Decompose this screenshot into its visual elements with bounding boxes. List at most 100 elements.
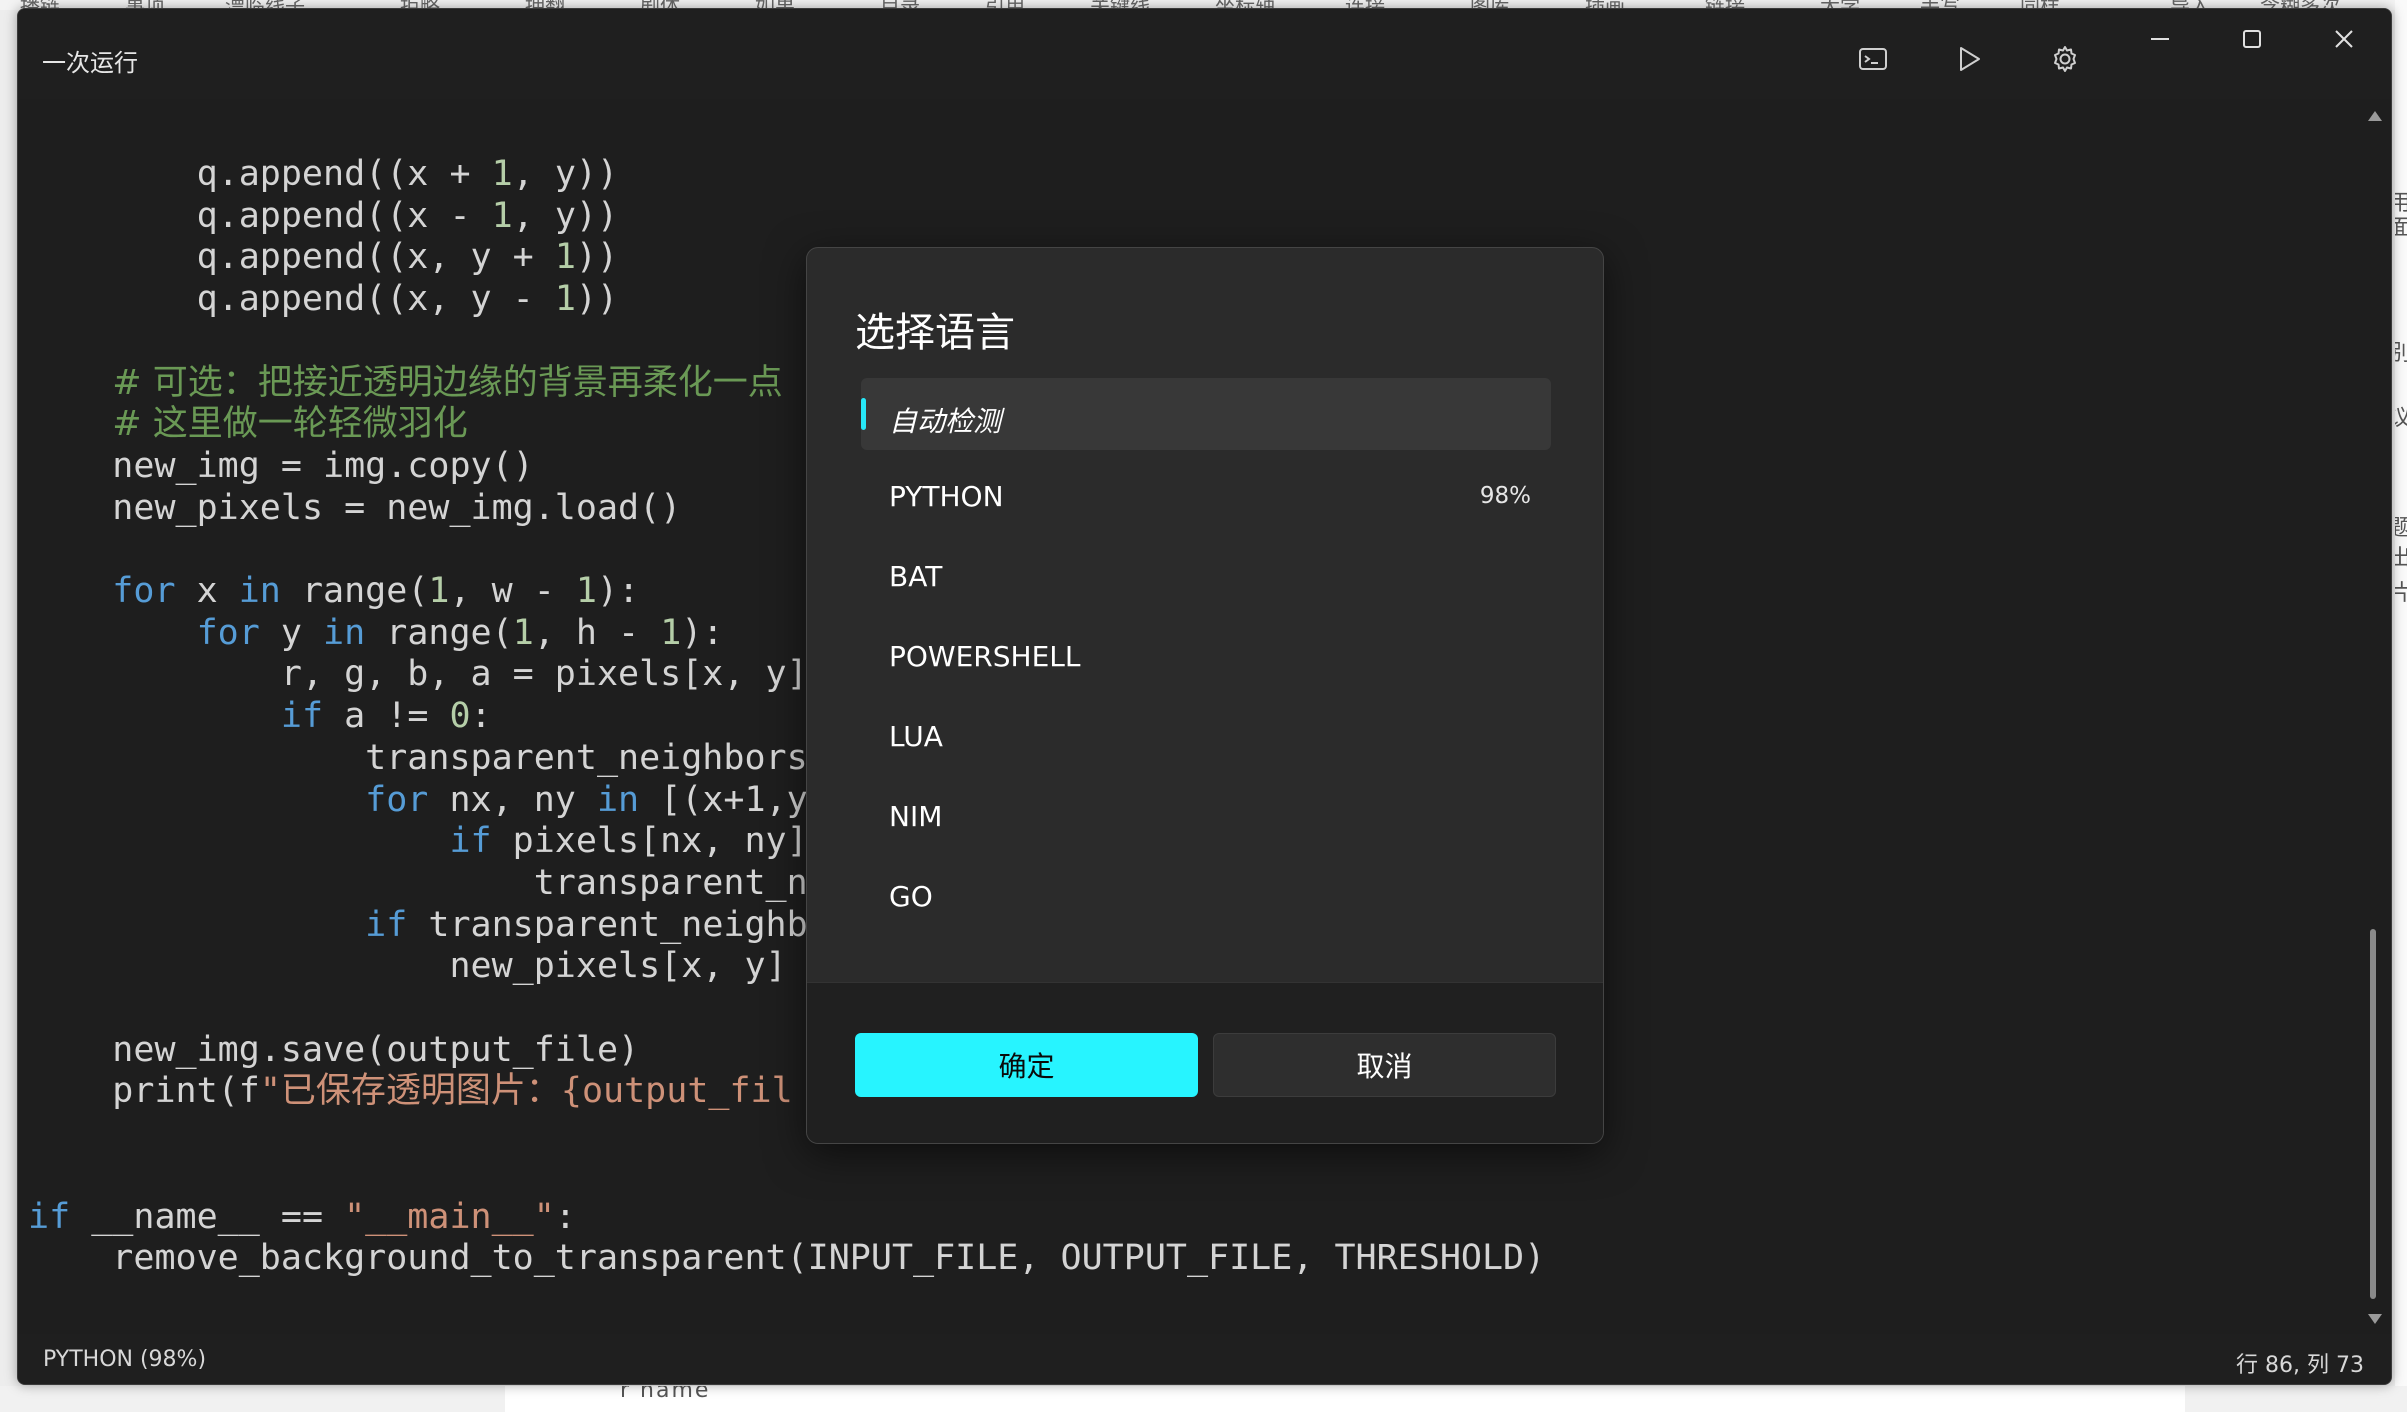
code-token: if: [449, 821, 492, 862]
background-side-fragment: 议: [2395, 406, 2407, 431]
code-token: print(f: [112, 1071, 260, 1112]
code-token: 1: [554, 279, 576, 320]
code-token: 1: [554, 237, 576, 278]
code-line: new_img = img.copy(): [28, 445, 533, 487]
code-token: 1: [575, 571, 597, 611]
background-side-fragment: 出: [2395, 546, 2407, 571]
language-option[interactable]: 自动检测: [861, 378, 1551, 450]
language-option[interactable]: LUA: [861, 698, 1551, 770]
language-option[interactable]: BAT: [861, 538, 1551, 610]
select-language-dialog: 选择语言 自动检测 PYTHON 98% BAT POWERSHELL LUA NIM GO …: [806, 247, 1604, 1144]
code-line: q.append((x + 1, y)): [28, 153, 618, 195]
minimize-icon: [2149, 28, 2171, 50]
scroll-down-arrow-icon[interactable]: [2368, 1314, 2382, 1324]
code-token: q.append((x -: [196, 195, 492, 236]
code-line: transparent_neighbors: [28, 737, 808, 779]
language-option[interactable]: GO: [861, 858, 1551, 930]
code-line: remove_background_to_transparent(INPUT_F…: [28, 1237, 1545, 1279]
code-line: # 这里做一轮轻微羽化: [28, 403, 468, 445]
code-token: [(x+1,y: [639, 779, 808, 820]
code-token: 1: [491, 154, 513, 194]
minimize-button[interactable]: [2130, 9, 2190, 69]
code-token: for: [365, 779, 429, 820]
code-token: # 可选：把接近透明边缘的背景再柔化一点: [112, 362, 783, 403]
title-bar[interactable]: 一次运行: [18, 9, 2391, 99]
code-line: new_pixels = new_img.load(): [28, 487, 681, 529]
code-line: r, g, b, a = pixels[x, y]: [28, 653, 808, 695]
background-side-fragment: 面: [2395, 216, 2407, 241]
language-option-label: POWERSHELL: [889, 640, 1081, 673]
close-button[interactable]: [2314, 9, 2374, 69]
code-line: # 可选：把接近透明边缘的背景再柔化一点: [28, 362, 783, 404]
code-line: if __name__ == "__main__":: [28, 1196, 576, 1238]
code-line: new_img.save(output_file): [28, 1029, 639, 1071]
code-line: if pixels[nx, ny]: [28, 820, 807, 862]
language-option-label: PYTHON: [889, 480, 1004, 513]
play-icon: [1955, 45, 1983, 73]
code-token: q.append((x +: [196, 154, 492, 194]
status-cursor-position: 行 86, 列 73: [2236, 1353, 2364, 1378]
code-token: q.append((x, y -: [196, 279, 555, 320]
ok-button[interactable]: 确定: [855, 1033, 1198, 1097]
code-token: if: [365, 904, 408, 945]
background-app-document: [505, 1386, 2185, 1412]
code-token: x: [175, 571, 239, 611]
code-token: for: [112, 571, 176, 611]
close-icon: [2333, 28, 2355, 50]
code-token: , y)): [512, 195, 619, 236]
code-token: remove_background_to_transparent(INPUT_F…: [112, 1238, 1546, 1279]
vertical-scrollbar[interactable]: [2362, 109, 2386, 1334]
status-language[interactable]: PYTHON (98%): [43, 1347, 206, 1372]
language-option[interactable]: POWERSHELL: [861, 618, 1551, 690]
code-token: # 这里做一轮轻微羽化: [112, 404, 468, 445]
code-token: a !=: [323, 696, 450, 737]
code-token: , w -: [449, 571, 576, 611]
status-bar: PYTHON (98%) 行 86, 列 73: [18, 1334, 2391, 1384]
language-list: 自动检测 PYTHON 98% BAT POWERSHELL LUA NIM GO: [861, 378, 1551, 938]
language-option-label: 自动检测: [889, 405, 1002, 438]
code-token: nx, ny: [428, 779, 597, 820]
code-line: for y in range(1, h - 1):: [28, 612, 724, 654]
code-token: new_img.save(output_file): [112, 1029, 640, 1070]
code-token: , h -: [533, 612, 661, 653]
settings-button[interactable]: [2035, 29, 2095, 89]
code-token: new_pixels = new_img.load(): [112, 487, 682, 528]
code-line: if transparent_neighb: [28, 904, 808, 946]
code-token: r, g, b, a = pixels[x, y]: [280, 654, 808, 695]
language-option[interactable]: PYTHON 98%: [861, 458, 1551, 530]
code-token: for: [196, 612, 260, 653]
background-app-bottom: r name: [0, 1386, 2407, 1412]
code-token: y: [259, 612, 324, 653]
code-token: )): [575, 279, 619, 320]
code-token: in: [238, 571, 281, 611]
scroll-up-arrow-icon[interactable]: [2368, 111, 2382, 121]
cancel-button[interactable]: 取消: [1213, 1033, 1556, 1097]
maximize-button[interactable]: [2222, 9, 2282, 69]
scroll-thumb[interactable]: [2370, 929, 2376, 1299]
dialog-title: 选择语言: [855, 310, 1015, 356]
terminal-button[interactable]: [1843, 29, 1903, 89]
code-token: )): [575, 237, 619, 278]
code-token: transparent_n: [533, 862, 808, 903]
code-line: q.append((x - 1, y)): [28, 195, 618, 237]
background-app-text: r name: [620, 1386, 711, 1403]
code-token: , y)): [512, 154, 619, 194]
code-token: "__main__": [344, 1196, 555, 1237]
terminal-icon: [1858, 46, 1888, 72]
code-token: q.append((x, y +: [196, 237, 555, 278]
language-option[interactable]: NIM: [861, 778, 1551, 850]
window-title: 一次运行: [42, 49, 138, 77]
run-button[interactable]: [1939, 29, 1999, 89]
code-line: transparent_n: [28, 862, 808, 904]
